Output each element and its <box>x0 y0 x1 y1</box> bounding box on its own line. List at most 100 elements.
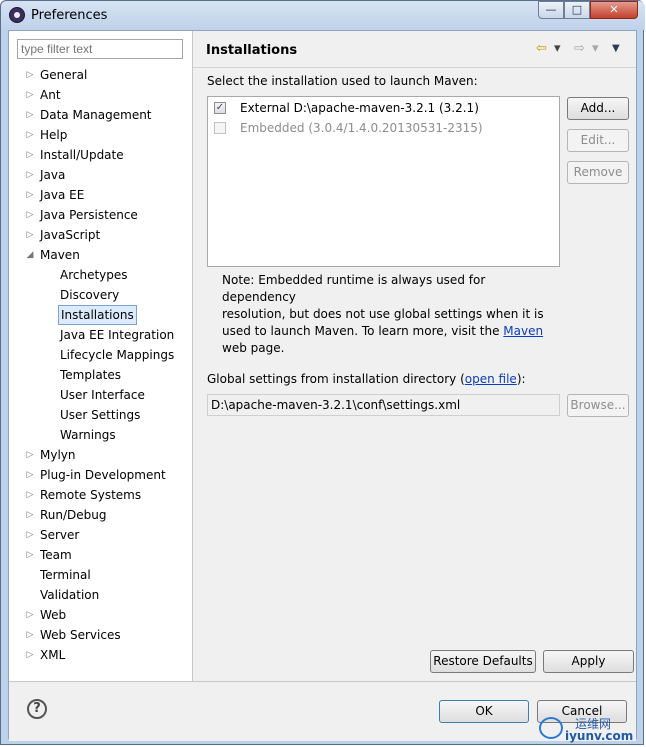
close-button[interactable]: ✕ <box>590 1 638 19</box>
collapsed-arrow-icon[interactable]: ▷ <box>25 145 35 165</box>
tree-item-label: Java Persistence <box>40 208 138 222</box>
tree-item[interactable]: ▷ Run/Debug <box>9 505 192 525</box>
tree-item[interactable]: ▷ Remote Systems <box>9 485 192 505</box>
tree-item[interactable]: User Settings <box>9 405 192 425</box>
collapsed-arrow-icon[interactable]: ▷ <box>25 205 35 225</box>
tree-item-label: Install/Update <box>40 148 124 162</box>
installations-page: Installations ⇦ ▾ ⇨ ▾ ▼ Select the insta… <box>193 31 636 681</box>
collapsed-arrow-icon[interactable]: ▷ <box>25 465 35 485</box>
tree-item[interactable]: Lifecycle Mappings <box>9 345 192 365</box>
expanded-arrow-icon[interactable]: ◢ <box>25 245 35 265</box>
collapsed-arrow-icon[interactable]: ▷ <box>25 525 35 545</box>
tree-item[interactable]: Templates <box>9 365 192 385</box>
installations-list[interactable]: ✓ External D:\apache-maven-3.2.1 (3.2.1)… <box>207 96 560 267</box>
tree-item[interactable]: ▷ Data Management <box>9 105 192 125</box>
apply-button[interactable]: Apply <box>543 650 634 673</box>
tree-item[interactable]: ▷ General <box>9 65 192 85</box>
view-menu-icon[interactable]: ▼ <box>612 43 620 54</box>
tree-item-label: Installations <box>58 305 137 325</box>
tree-item-label: Java <box>40 168 66 182</box>
collapsed-arrow-icon[interactable]: ▷ <box>25 645 35 665</box>
tree-item-label: XML <box>40 648 66 662</box>
collapsed-arrow-icon[interactable]: ▷ <box>25 185 35 205</box>
tree-item-label: Validation <box>40 588 100 602</box>
tree-item-label: Maven <box>40 248 80 262</box>
tree-item[interactable]: Installations <box>9 305 192 325</box>
tree-item-label: JavaScript <box>40 228 101 242</box>
collapsed-arrow-icon[interactable]: ▷ <box>25 65 35 85</box>
collapsed-arrow-icon[interactable]: ▷ <box>25 505 35 525</box>
tree-item[interactable]: ◢ Maven <box>9 245 192 265</box>
tree-item-label: Java EE <box>40 188 85 202</box>
note-line: resolution, but does not use global sett… <box>222 307 544 321</box>
collapsed-arrow-icon[interactable]: ▷ <box>25 485 35 505</box>
add-button[interactable]: Add... <box>567 97 629 120</box>
tree-item[interactable]: ▷ Java Persistence <box>9 205 192 225</box>
tree-item[interactable]: Warnings <box>9 425 192 445</box>
tree-item[interactable]: Archetypes <box>9 265 192 285</box>
global-settings-text-end: ): <box>516 372 526 386</box>
tree-item-label: Archetypes <box>60 268 128 282</box>
tree-item[interactable]: User Interface <box>9 385 192 405</box>
collapsed-arrow-icon[interactable]: ▷ <box>25 125 35 145</box>
maven-link[interactable]: Maven <box>503 324 543 338</box>
tree-item[interactable]: ▷ JavaScript <box>9 225 192 245</box>
external-checkbox[interactable]: ✓ <box>214 102 226 114</box>
tree-item[interactable]: ▷ Install/Update <box>9 145 192 165</box>
tree-item-label: Run/Debug <box>40 508 107 522</box>
collapsed-arrow-icon[interactable]: ▷ <box>25 165 35 185</box>
collapsed-arrow-icon[interactable]: ▷ <box>25 625 35 645</box>
tree-item[interactable]: ▷ Team <box>9 545 192 565</box>
installation-label: Embedded (3.0.4/1.4.0.20130531-2315) <box>240 121 483 135</box>
tree-item-label: Web Services <box>40 628 121 642</box>
collapsed-arrow-icon[interactable]: ▷ <box>25 225 35 245</box>
open-file-link[interactable]: open file <box>465 372 517 386</box>
tree-item[interactable]: ▷ Plug-in Development <box>9 465 192 485</box>
tree-item-label: User Settings <box>60 408 141 422</box>
minimize-button[interactable]: — <box>538 1 564 19</box>
tree-item-label: Data Management <box>40 108 152 122</box>
restore-defaults-button[interactable]: Restore Defaults <box>430 650 536 673</box>
filter-input[interactable] <box>17 39 183 59</box>
forward-arrow-icon[interactable]: ⇨ <box>574 41 585 56</box>
preference-tree-pane: ▷ General ▷ Ant ▷ Data Management ▷ Help ▷ Instal… <box>9 31 193 681</box>
tree-item[interactable]: Terminal <box>9 565 192 585</box>
help-icon[interactable]: ? <box>27 699 47 719</box>
collapsed-arrow-icon[interactable]: ▷ <box>25 605 35 625</box>
tree-item[interactable]: ▷ Java <box>9 165 192 185</box>
tree-item[interactable]: ▷ Ant <box>9 85 192 105</box>
ok-button[interactable]: OK <box>439 700 529 723</box>
forward-history-dropdown-icon[interactable]: ▾ <box>592 41 599 56</box>
tree-item[interactable]: ▷ Help <box>9 125 192 145</box>
collapsed-arrow-icon[interactable]: ▷ <box>25 445 35 465</box>
tree-item-label: Team <box>40 548 72 562</box>
tree-item[interactable]: Java EE Integration <box>9 325 192 345</box>
installation-label: External D:\apache-maven-3.2.1 (3.2.1) <box>240 101 479 115</box>
eclipse-icon <box>9 7 25 23</box>
tree-item-label: Ant <box>40 88 61 102</box>
tree-item-label: Templates <box>60 368 122 382</box>
tree-item-label: Java EE Integration <box>60 328 175 342</box>
collapsed-arrow-icon[interactable]: ▷ <box>25 105 35 125</box>
tree-item[interactable]: ▷ Web Services <box>9 625 192 645</box>
tree-item-label: Mylyn <box>40 448 76 462</box>
tree-item[interactable]: ▷ Server <box>9 525 192 545</box>
tree-item[interactable]: Discovery <box>9 285 192 305</box>
note-text: used to launch Maven. To learn more, vis… <box>222 324 504 338</box>
tree-item-label: Terminal <box>40 568 91 582</box>
tree-item[interactable]: ▷ Java EE <box>9 185 192 205</box>
watermark-logo-icon <box>539 717 563 739</box>
maximize-button[interactable]: □ <box>564 1 590 19</box>
tree-item[interactable]: ▷ XML <box>9 645 192 665</box>
back-arrow-icon[interactable]: ⇦ <box>536 41 547 56</box>
remove-button: Remove <box>567 161 629 184</box>
tree-item[interactable]: Validation <box>9 585 192 605</box>
note-line: used to launch Maven. To learn more, vis… <box>222 323 562 340</box>
select-installation-label: Select the installation used to launch M… <box>207 74 478 88</box>
tree-item[interactable]: ▷ Web <box>9 605 192 625</box>
watermark-domain: iyunv.com <box>565 729 634 743</box>
back-history-dropdown-icon[interactable]: ▾ <box>554 41 561 56</box>
tree-item[interactable]: ▷ Mylyn <box>9 445 192 465</box>
collapsed-arrow-icon[interactable]: ▷ <box>25 85 35 105</box>
collapsed-arrow-icon[interactable]: ▷ <box>25 545 35 565</box>
